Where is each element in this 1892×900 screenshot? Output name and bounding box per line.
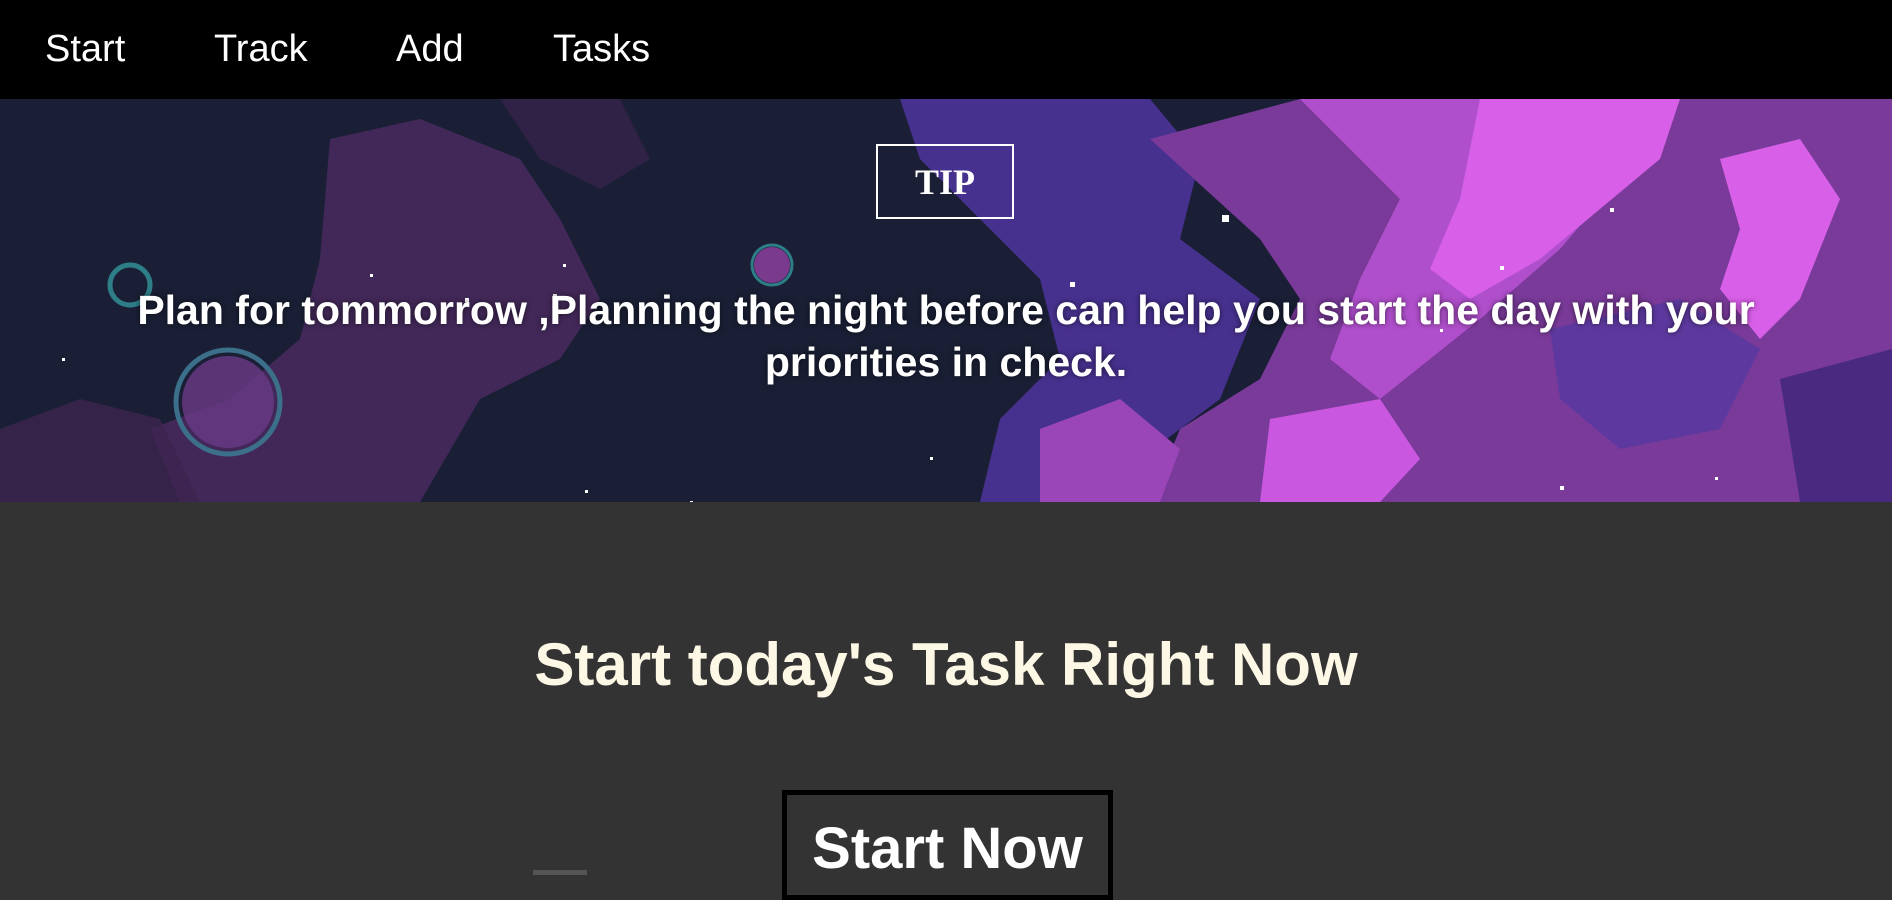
cta-heading: Start today's Task Right Now xyxy=(534,631,1358,698)
tip-hero-banner: TIP Plan for tommorrow ,Planning the nig… xyxy=(0,99,1892,502)
start-now-button[interactable]: Start Now xyxy=(782,790,1113,900)
top-navbar: Start Track Add Tasks xyxy=(0,0,1892,99)
tip-message: Plan for tommorrow ,Planning the night b… xyxy=(137,287,1755,385)
tip-badge: TIP xyxy=(876,144,1014,219)
nav-link-tasks[interactable]: Tasks xyxy=(553,27,650,71)
nav-link-track[interactable]: Track xyxy=(214,27,308,71)
nav-link-start[interactable]: Start xyxy=(45,27,125,71)
bottom-edge-element xyxy=(533,870,587,875)
nav-link-add[interactable]: Add xyxy=(396,27,464,71)
